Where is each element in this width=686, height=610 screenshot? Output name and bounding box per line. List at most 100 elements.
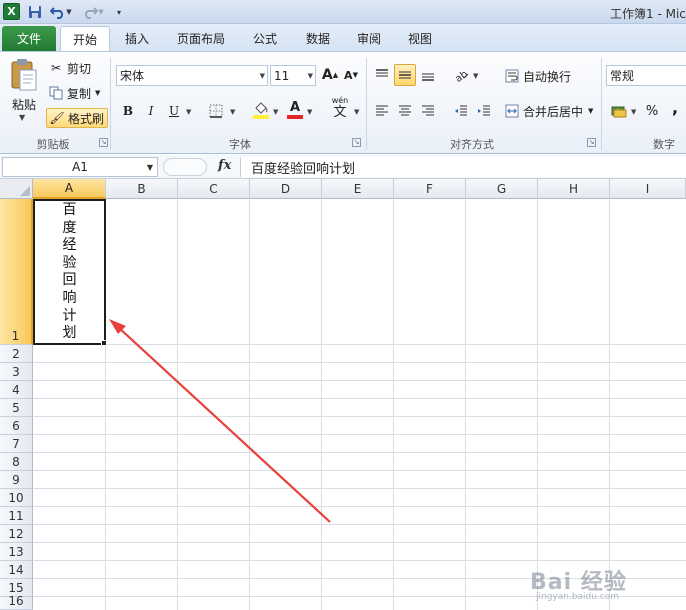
- chevron-down-icon[interactable]: ▼: [230, 108, 235, 116]
- insert-function-icon[interactable]: fx: [218, 158, 231, 173]
- font-name-combo[interactable]: 宋体 ▼: [116, 65, 268, 86]
- increase-indent-icon[interactable]: [473, 100, 495, 122]
- number-format-combo[interactable]: 常规: [606, 65, 686, 86]
- fill-handle[interactable]: [101, 340, 107, 346]
- font-size-value: 11: [274, 68, 290, 83]
- align-bottom-icon[interactable]: [417, 64, 439, 86]
- column-header-a[interactable]: A: [33, 179, 106, 199]
- cut-button[interactable]: ✂ 剪切: [48, 58, 91, 78]
- align-right-icon[interactable]: [417, 100, 439, 122]
- row-header-12[interactable]: 12: [0, 525, 33, 543]
- tab-insert[interactable]: 插入: [114, 26, 160, 51]
- comma-button[interactable]: ,: [664, 96, 686, 118]
- row-header-4[interactable]: 4: [0, 381, 33, 399]
- gridline: [33, 470, 686, 471]
- worksheet-grid[interactable]: A B C D E F G H I 1 2 3 4 5 6 7 8 9 10 1…: [0, 179, 686, 610]
- row-header-8[interactable]: 8: [0, 453, 33, 471]
- column-header-f[interactable]: F: [394, 179, 466, 199]
- row-header-11[interactable]: 11: [0, 507, 33, 525]
- row-header-6[interactable]: 6: [0, 417, 33, 435]
- paste-label: 粘贴: [11, 98, 36, 112]
- grow-font-icon[interactable]: A ▲: [319, 64, 341, 86]
- borders-icon[interactable]: [205, 100, 227, 122]
- column-header-e[interactable]: E: [322, 179, 394, 199]
- tab-formulas[interactable]: 公式: [243, 26, 287, 51]
- copy-button[interactable]: 复制 ▼: [48, 83, 100, 103]
- cell-char: 度: [62, 219, 77, 236]
- italic-button[interactable]: I: [140, 100, 162, 122]
- align-top-icon[interactable]: [371, 64, 393, 86]
- column-header-i[interactable]: I: [610, 179, 686, 199]
- align-middle-icon[interactable]: [394, 64, 416, 86]
- row-header-3[interactable]: 3: [0, 363, 33, 381]
- tab-home[interactable]: 开始: [60, 26, 110, 51]
- row-header-5[interactable]: 5: [0, 399, 33, 417]
- decrease-indent-icon[interactable]: [450, 100, 472, 122]
- underline-button[interactable]: U: [163, 100, 185, 122]
- alignment-launcher-icon[interactable]: ↘: [587, 138, 596, 147]
- redo-icon[interactable]: ▼: [80, 3, 106, 21]
- accounting-format-icon[interactable]: [608, 100, 630, 122]
- row-header-10[interactable]: 10: [0, 489, 33, 507]
- paste-button[interactable]: 粘贴 ▼: [6, 56, 42, 126]
- ribbon-home: 粘贴 ▼ ✂ 剪切 复制 ▼ 🖌 格式刷 剪贴板 ↘ 宋体 ▼ 11 ▼ A ▲ A ▼ B…: [0, 51, 686, 154]
- percent-button[interactable]: %: [641, 100, 663, 122]
- title-bar: X ▼ ▼ ▾ 工作簿1 - Mic: [0, 0, 686, 24]
- column-header-d[interactable]: D: [250, 179, 322, 199]
- row-header-14[interactable]: 14: [0, 561, 33, 579]
- row-header-16[interactable]: 16: [0, 594, 33, 610]
- merge-center-button[interactable]: 合并后居中 ▼: [504, 101, 593, 121]
- wrap-text-button[interactable]: 自动换行: [504, 66, 571, 86]
- chevron-down-icon[interactable]: ▼: [273, 108, 278, 116]
- chevron-down-icon[interactable]: ▼: [631, 108, 636, 116]
- phonetic-guide-icon[interactable]: wén 文: [326, 96, 354, 120]
- chevron-down-icon[interactable]: ▼: [186, 108, 191, 116]
- bold-button[interactable]: B: [117, 100, 139, 122]
- column-header-c[interactable]: C: [178, 179, 250, 199]
- align-center-icon[interactable]: [394, 100, 416, 122]
- column-header-g[interactable]: G: [466, 179, 538, 199]
- wrap-text-icon: [504, 68, 520, 84]
- gridline: [33, 488, 686, 489]
- save-icon[interactable]: [26, 3, 44, 21]
- chevron-down-icon[interactable]: ▼: [307, 108, 312, 116]
- tab-page-layout[interactable]: 页面布局: [168, 26, 234, 51]
- clipboard-launcher-icon[interactable]: ↘: [99, 138, 108, 147]
- row-header-1[interactable]: 1: [0, 199, 33, 345]
- font-launcher-icon[interactable]: ↘: [352, 138, 361, 147]
- undo-icon[interactable]: ▼: [49, 3, 73, 21]
- customize-quick-access-icon[interactable]: ▾: [112, 3, 126, 21]
- font-size-combo[interactable]: 11 ▼: [270, 65, 316, 86]
- row-header-9[interactable]: 9: [0, 471, 33, 489]
- select-all-button[interactable]: [0, 179, 33, 199]
- fill-color-icon[interactable]: [250, 99, 272, 121]
- cell-a1[interactable]: 百 度 经 验 回 响 计 划: [33, 199, 106, 345]
- orientation-icon[interactable]: ab: [450, 64, 472, 86]
- chevron-down-icon[interactable]: ▼: [354, 108, 359, 116]
- tab-data[interactable]: 数据: [296, 26, 340, 51]
- gridline: [33, 524, 686, 525]
- phonetic-char: 文: [333, 104, 347, 120]
- row-header-7[interactable]: 7: [0, 435, 33, 453]
- shrink-font-icon[interactable]: A ▼: [340, 64, 362, 86]
- row-header-2[interactable]: 2: [0, 345, 33, 363]
- format-painter-button[interactable]: 🖌 格式刷: [46, 108, 109, 128]
- font-name-value: 宋体: [120, 69, 145, 83]
- font-color-icon[interactable]: A: [284, 99, 306, 121]
- group-separator: [601, 58, 602, 150]
- column-header-b[interactable]: B: [106, 179, 178, 199]
- column-header-h[interactable]: H: [538, 179, 610, 199]
- chevron-down-icon: ▼: [146, 163, 153, 172]
- chevron-down-icon[interactable]: ▼: [473, 72, 478, 80]
- cell-char: 响: [62, 289, 77, 306]
- excel-app-icon[interactable]: X: [3, 3, 20, 20]
- formula-input[interactable]: 百度经验回响计划: [240, 157, 686, 177]
- gridline: [537, 199, 538, 610]
- align-left-icon[interactable]: [371, 100, 393, 122]
- tab-view[interactable]: 视图: [398, 26, 442, 51]
- row-header-13[interactable]: 13: [0, 543, 33, 561]
- tab-review[interactable]: 审阅: [347, 26, 391, 51]
- copy-icon: [48, 85, 64, 101]
- name-box[interactable]: A1 ▼: [2, 157, 158, 177]
- tab-file[interactable]: 文件: [2, 26, 56, 51]
